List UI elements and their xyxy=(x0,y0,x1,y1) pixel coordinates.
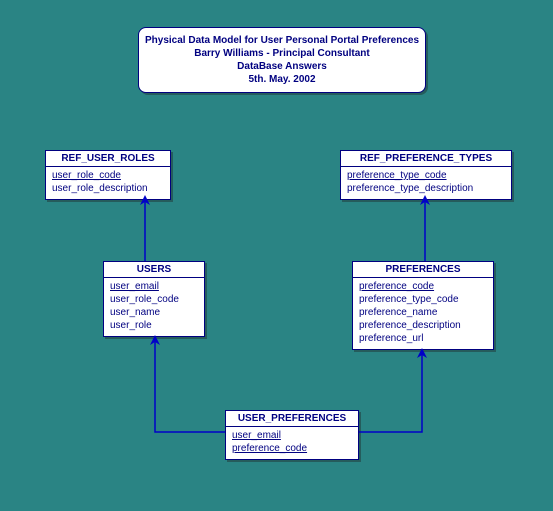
entity-header: PREFERENCES xyxy=(353,262,493,278)
attr-row: preference_code xyxy=(232,442,352,455)
title-box: Physical Data Model for User Personal Po… xyxy=(138,27,426,93)
entity-header: REF_PREFERENCE_TYPES xyxy=(341,151,511,167)
attr-row: preference_code xyxy=(359,280,487,293)
entity-ref-preference-types: REF_PREFERENCE_TYPES preference_type_cod… xyxy=(340,150,512,200)
attr-row: user_name xyxy=(110,306,198,319)
attr-row: user_email xyxy=(232,429,352,442)
title-line2: Barry Williams - Principal Consultant xyxy=(143,47,421,60)
entity-header: USERS xyxy=(104,262,204,278)
entity-body: preference_code preference_type_code pre… xyxy=(353,278,493,349)
entity-preferences: PREFERENCES preference_code preference_t… xyxy=(352,261,494,350)
attr-row: user_role xyxy=(110,319,198,332)
arrow-userprefs-to-users xyxy=(155,340,225,432)
attr-row: user_email xyxy=(110,280,198,293)
entity-header: REF_USER_ROLES xyxy=(46,151,170,167)
entity-users: USERS user_email user_role_code user_nam… xyxy=(103,261,205,337)
title-line3: DataBase Answers xyxy=(143,60,421,73)
attr-row: user_role_code xyxy=(52,169,164,182)
diagram-canvas: Physical Data Model for User Personal Po… xyxy=(0,0,553,511)
attr-row: preference_url xyxy=(359,332,487,345)
attr-row: preference_name xyxy=(359,306,487,319)
entity-ref-user-roles: REF_USER_ROLES user_role_code user_role_… xyxy=(45,150,171,200)
entity-body: user_email user_role_code user_name user… xyxy=(104,278,204,336)
title-line1: Physical Data Model for User Personal Po… xyxy=(143,34,421,47)
attr-row: preference_type_description xyxy=(347,182,505,195)
entity-user-preferences: USER_PREFERENCES user_email preference_c… xyxy=(225,410,359,460)
arrow-userprefs-to-preferences xyxy=(359,353,422,432)
entity-body: user_email preference_code xyxy=(226,427,358,459)
entity-header: USER_PREFERENCES xyxy=(226,411,358,427)
entity-body: preference_type_code preference_type_des… xyxy=(341,167,511,199)
attr-row: user_role_code xyxy=(110,293,198,306)
title-line4: 5th. May. 2002 xyxy=(143,73,421,86)
entity-body: user_role_code user_role_description xyxy=(46,167,170,199)
attr-row: preference_description xyxy=(359,319,487,332)
attr-row: user_role_description xyxy=(52,182,164,195)
attr-row: preference_type_code xyxy=(347,169,505,182)
attr-row: preference_type_code xyxy=(359,293,487,306)
